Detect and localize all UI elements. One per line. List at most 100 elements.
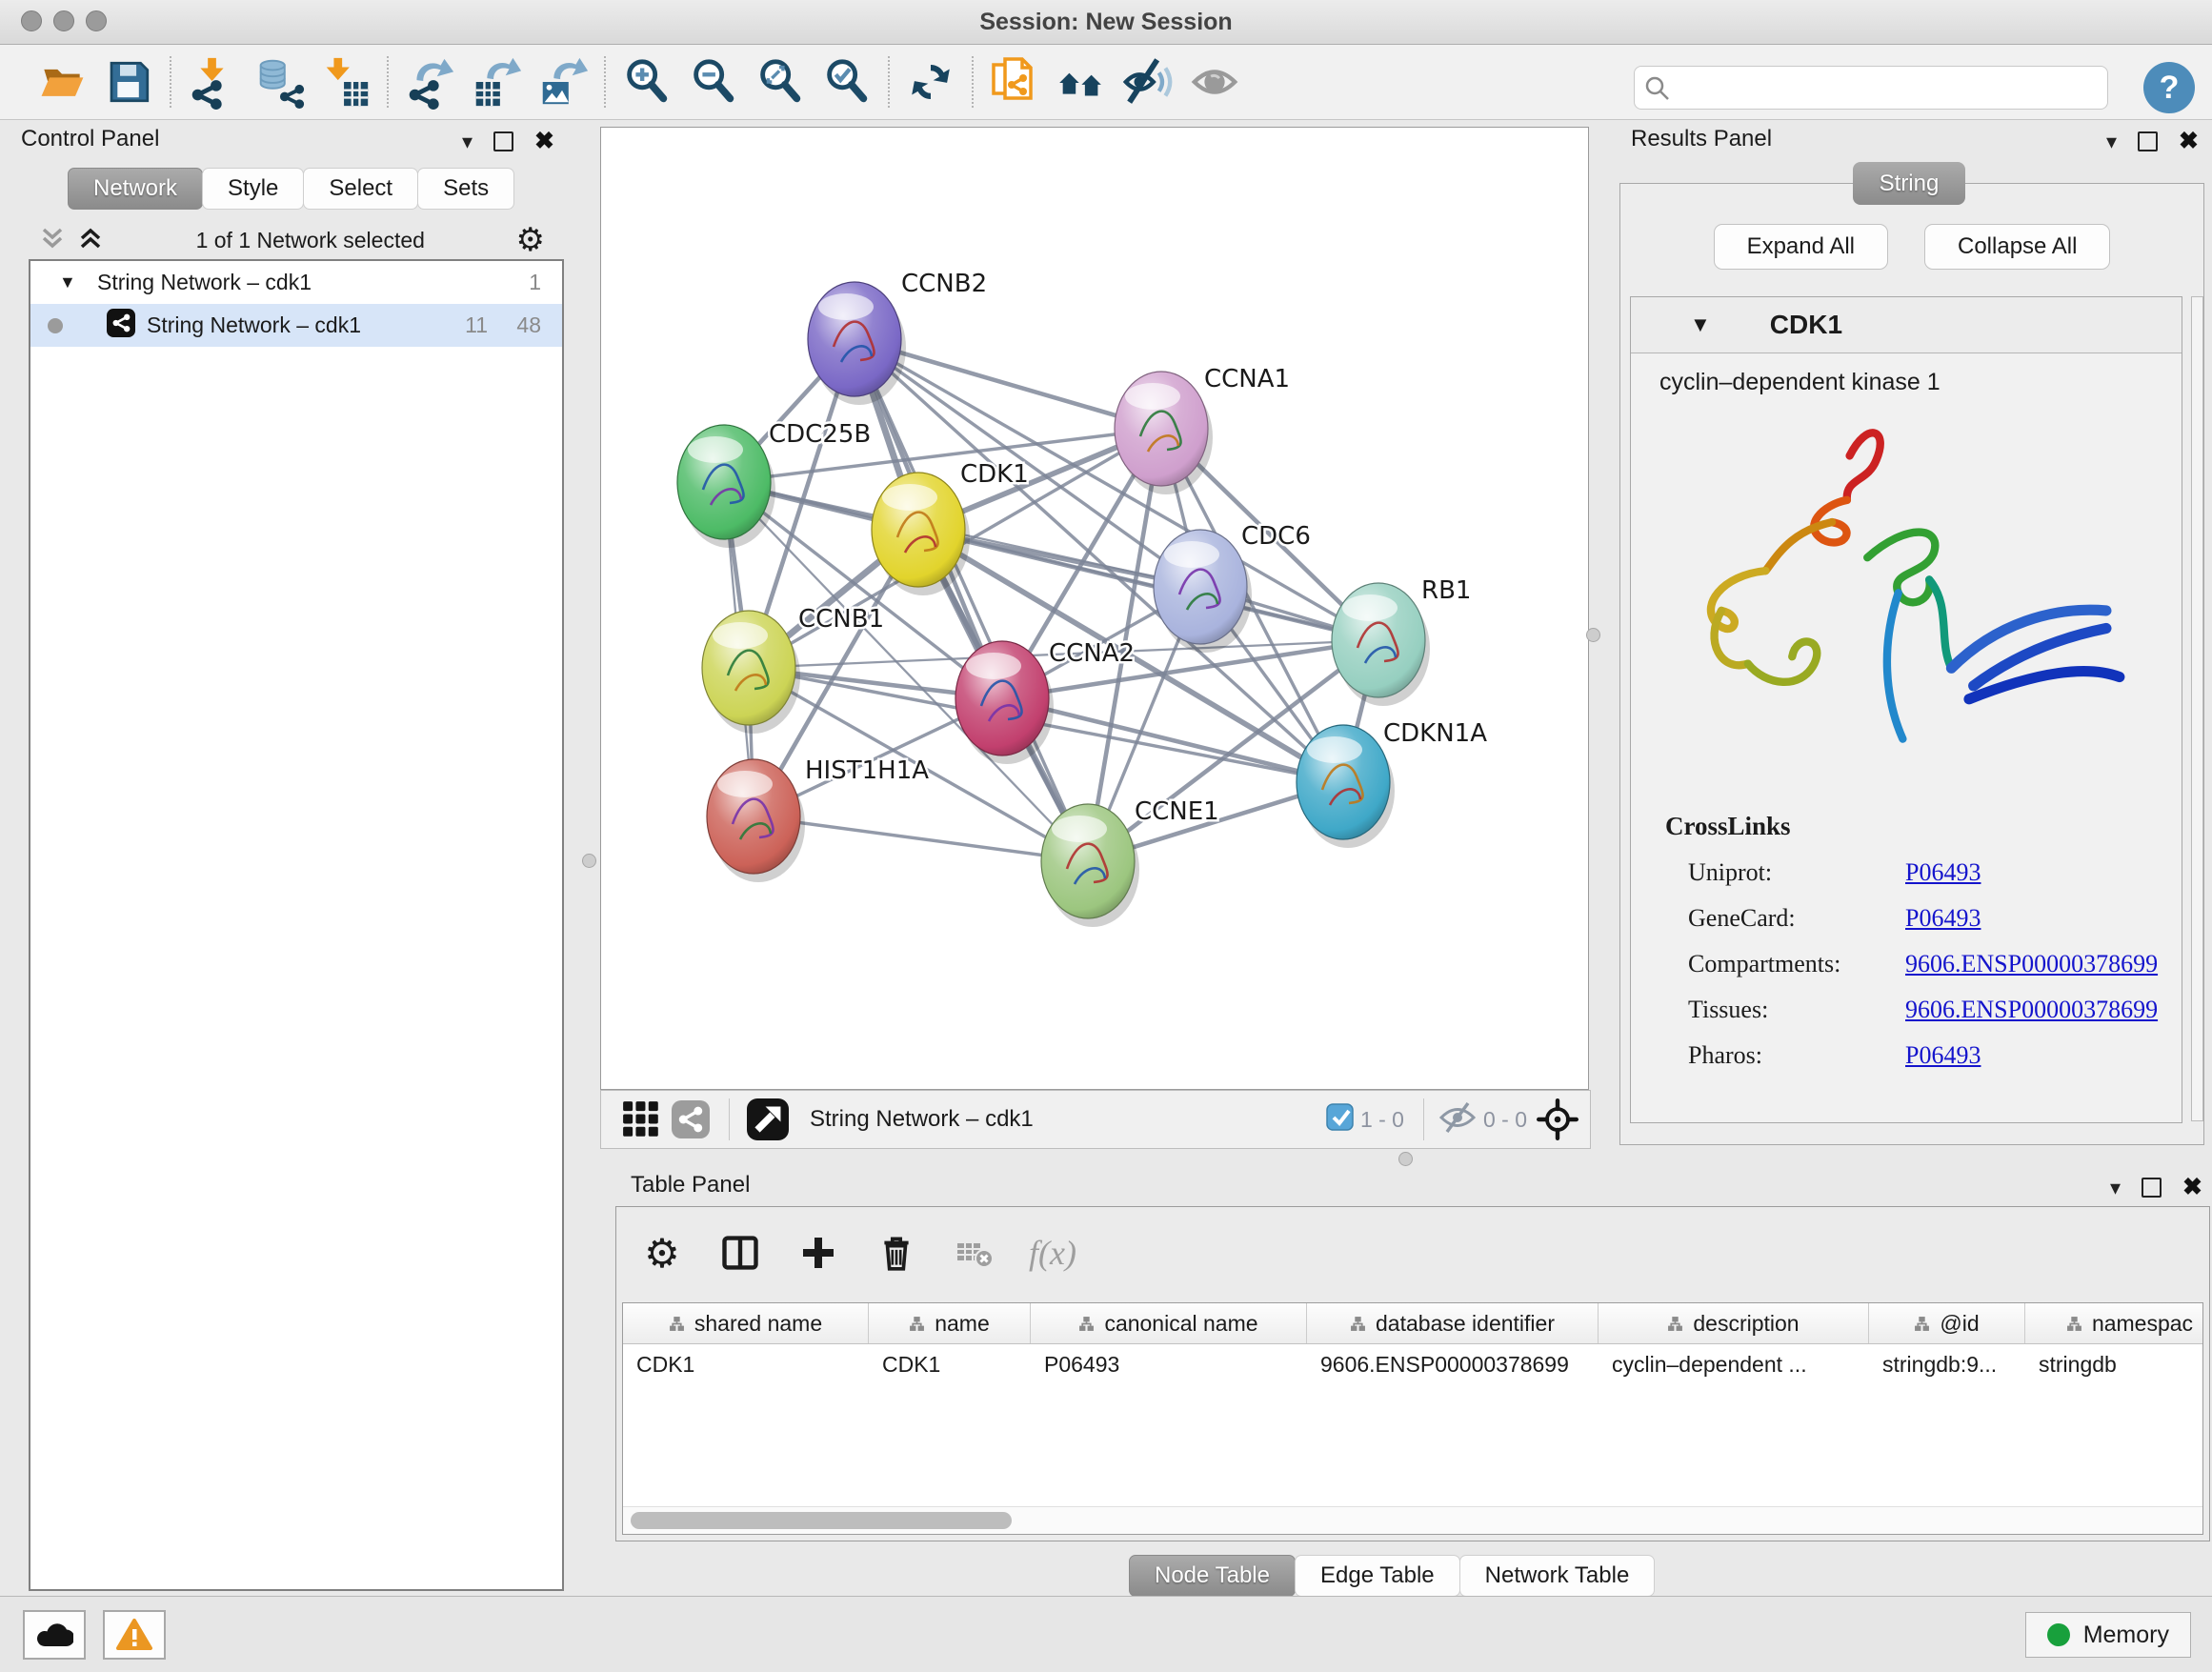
table-cell[interactable]: CDK1 xyxy=(623,1344,869,1384)
selected-nodes-checkbox[interactable] xyxy=(1326,1103,1355,1137)
create-column-plus-icon[interactable] xyxy=(794,1228,843,1278)
tab-sets[interactable]: Sets xyxy=(417,168,514,210)
gene-entry-header[interactable]: ▼ CDK1 xyxy=(1631,297,2182,353)
network-node[interactable]: CCNE1 xyxy=(1041,797,1219,927)
panel-menu-icon[interactable]: ▾ xyxy=(462,131,473,152)
network-node[interactable]: HIST1H1A xyxy=(707,756,929,882)
panel-menu-icon[interactable]: ▾ xyxy=(2110,1178,2121,1199)
function-builder-icon[interactable]: f(x) xyxy=(1028,1228,1077,1278)
memory-button[interactable]: Memory xyxy=(2025,1612,2191,1658)
hide-selected-button[interactable] xyxy=(1115,50,1181,113)
import-table-button[interactable] xyxy=(312,50,379,113)
table-cell[interactable]: stringdb:9... xyxy=(1869,1344,2025,1384)
crosslink-link[interactable]: P06493 xyxy=(1905,1041,1981,1070)
close-panel-icon[interactable]: ✖ xyxy=(534,130,554,153)
expand-all-networks-icon[interactable] xyxy=(76,224,105,257)
network-collection-row[interactable]: ▼ String Network – cdk1 1 xyxy=(30,261,562,304)
float-panel-icon[interactable] xyxy=(2142,1178,2162,1198)
table-options-gear-icon[interactable]: ⚙ xyxy=(637,1228,687,1278)
column-header-canonical-name[interactable]: canonical name xyxy=(1031,1303,1307,1343)
network-node[interactable]: CDKN1A xyxy=(1297,719,1487,848)
search-input[interactable] xyxy=(1634,66,2108,110)
column-header-namespac[interactable]: namespac xyxy=(2025,1303,2203,1343)
import-network-icon xyxy=(192,58,224,110)
show-all-button[interactable] xyxy=(1181,50,1248,113)
collapse-all-button[interactable]: Collapse All xyxy=(1924,224,2110,270)
tab-edge-table[interactable]: Edge Table xyxy=(1295,1555,1460,1597)
network-node[interactable]: CDC25B xyxy=(677,420,871,548)
gene-collapse-icon[interactable]: ▼ xyxy=(1690,312,1711,337)
warnings-button[interactable] xyxy=(103,1610,166,1660)
float-panel-icon[interactable] xyxy=(2138,131,2158,151)
crosslink-link[interactable]: 9606.ENSP00000378699 xyxy=(1905,996,2158,1024)
float-panel-icon[interactable] xyxy=(493,131,513,151)
show-columns-icon[interactable] xyxy=(715,1228,765,1278)
close-panel-icon[interactable]: ✖ xyxy=(2182,1176,2202,1199)
close-panel-icon[interactable]: ✖ xyxy=(2179,130,2199,153)
first-neighbors-button[interactable] xyxy=(1048,50,1115,113)
collapse-all-networks-icon[interactable] xyxy=(38,224,67,257)
tab-string[interactable]: String xyxy=(1853,162,1965,205)
table-cell[interactable]: 9606.ENSP00000378699 xyxy=(1307,1344,1599,1384)
network-node[interactable]: CCNB1 xyxy=(702,605,884,734)
crosslink-link[interactable]: P06493 xyxy=(1905,858,1981,887)
delete-table-icon[interactable] xyxy=(950,1228,999,1278)
import-network-file-button[interactable] xyxy=(179,50,246,113)
column-header-database-identifier[interactable]: database identifier xyxy=(1307,1303,1599,1343)
apply-layout-button[interactable] xyxy=(897,50,964,113)
left-splitter-handle[interactable] xyxy=(582,854,596,868)
network-options-gear-icon[interactable]: ⚙ xyxy=(516,221,545,259)
zoom-in-button[interactable] xyxy=(613,50,680,113)
birds-eye-view-icon[interactable] xyxy=(743,1095,793,1144)
table-row[interactable]: CDK1CDK1P064939606.ENSP00000378699cyclin… xyxy=(623,1344,2202,1384)
right-splitter-handle[interactable] xyxy=(1586,628,1600,642)
node-navigation-crosshair-icon[interactable] xyxy=(1533,1095,1582,1144)
bottom-splitter-handle[interactable] xyxy=(1398,1152,1413,1166)
table-cell[interactable]: CDK1 xyxy=(869,1344,1031,1384)
tab-network[interactable]: Network xyxy=(68,168,203,210)
new-network-from-selection-button[interactable] xyxy=(981,50,1048,113)
open-session-button[interactable] xyxy=(29,50,95,113)
network-node[interactable]: CCNA1 xyxy=(1115,365,1290,494)
table-cell[interactable]: cyclin–dependent ... xyxy=(1599,1344,1869,1384)
export-image-button[interactable] xyxy=(530,50,596,113)
help-button[interactable]: ? xyxy=(2143,62,2195,113)
cloud-status-button[interactable] xyxy=(23,1610,86,1660)
export-table-button[interactable] xyxy=(463,50,530,113)
tab-node-table[interactable]: Node Table xyxy=(1129,1555,1296,1597)
network-canvas[interactable]: CCNB2CCNA1CDC25BCDK1CDC6RB1CCNB1CCNA2CDK… xyxy=(600,127,1589,1090)
table-cell[interactable]: P06493 xyxy=(1031,1344,1307,1384)
column-header-description[interactable]: description xyxy=(1599,1303,1869,1343)
table-cell[interactable]: stringdb xyxy=(2025,1344,2203,1384)
delete-column-trash-icon[interactable] xyxy=(872,1228,921,1278)
grid-view-icon[interactable] xyxy=(616,1095,666,1144)
panel-menu-icon[interactable]: ▾ xyxy=(2106,131,2117,152)
tab-style[interactable]: Style xyxy=(202,168,304,210)
network-view-mode-icon[interactable] xyxy=(666,1095,715,1144)
expand-all-button[interactable]: Expand All xyxy=(1714,224,1888,270)
column-header--id[interactable]: @id xyxy=(1869,1303,2025,1343)
zoom-selected-button[interactable] xyxy=(814,50,880,113)
crosslink-link[interactable]: P06493 xyxy=(1905,904,1981,933)
import-network-database-button[interactable] xyxy=(246,50,312,113)
zoom-fit-button[interactable] xyxy=(747,50,814,113)
export-network-button[interactable] xyxy=(396,50,463,113)
save-session-button[interactable] xyxy=(95,50,162,113)
results-scrollbar[interactable] xyxy=(2191,296,2203,1121)
collection-expand-icon[interactable]: ▼ xyxy=(59,272,76,292)
network-row[interactable]: String Network – cdk1 11 48 xyxy=(30,304,562,347)
column-header-name[interactable]: name xyxy=(869,1303,1031,1343)
network-node[interactable]: CDK1 xyxy=(872,460,1029,595)
tab-select[interactable]: Select xyxy=(303,168,418,210)
node-table[interactable]: shared namenamecanonical namedatabase id… xyxy=(622,1302,2203,1535)
crosslink-label: GeneCard: xyxy=(1688,904,1905,933)
results-panel-title: Results Panel xyxy=(1631,126,1772,152)
network-node[interactable]: CCNB2 xyxy=(808,270,987,405)
zoom-out-button[interactable] xyxy=(680,50,747,113)
column-header-shared-name[interactable]: shared name xyxy=(623,1303,869,1343)
scrollbar-thumb[interactable] xyxy=(631,1512,1012,1529)
network-node[interactable]: RB1 xyxy=(1332,576,1471,706)
table-horizontal-scrollbar[interactable] xyxy=(623,1506,2202,1534)
crosslink-link[interactable]: 9606.ENSP00000378699 xyxy=(1905,950,2158,978)
tab-network-table[interactable]: Network Table xyxy=(1459,1555,1656,1597)
